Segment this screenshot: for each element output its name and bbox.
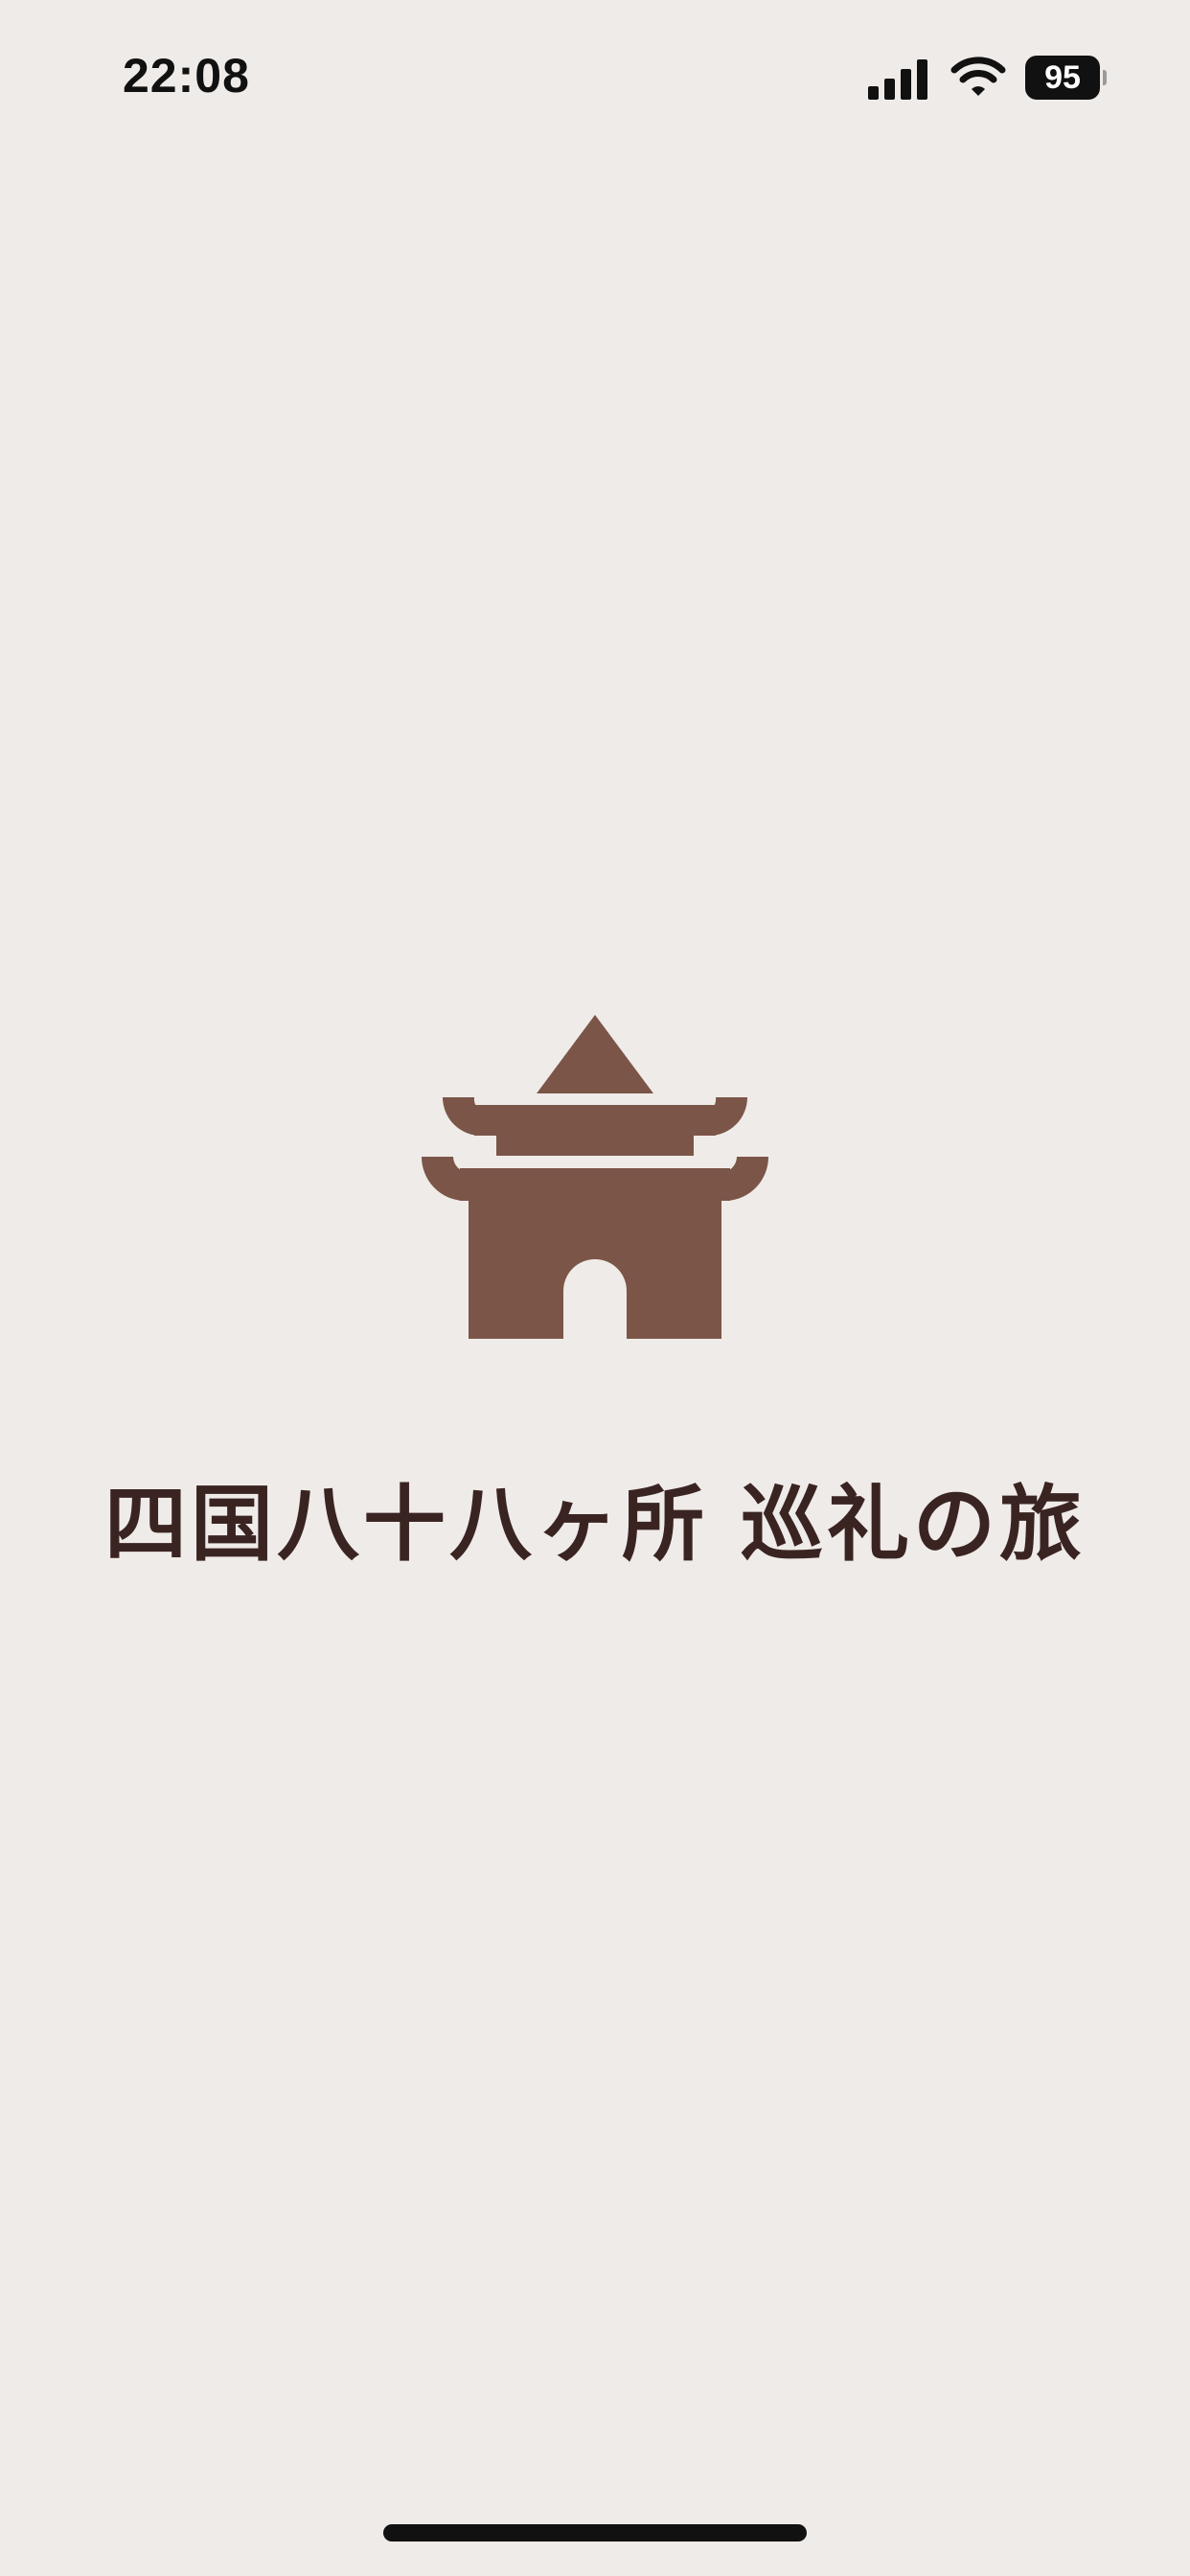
wifi-icon (950, 57, 1006, 96)
temple-gate-icon (422, 1015, 768, 1339)
battery-level: 95 (1025, 56, 1100, 100)
battery-cap (1103, 70, 1107, 85)
status-bar: 22:08 95 (0, 0, 1190, 153)
app-title: 四国八十八ヶ所 巡礼の旅 (104, 1477, 1086, 1573)
battery-icon: 95 (1025, 56, 1107, 102)
home-indicator[interactable] (383, 2524, 807, 2542)
status-time: 22:08 (123, 49, 250, 103)
signal-icon (868, 59, 927, 100)
